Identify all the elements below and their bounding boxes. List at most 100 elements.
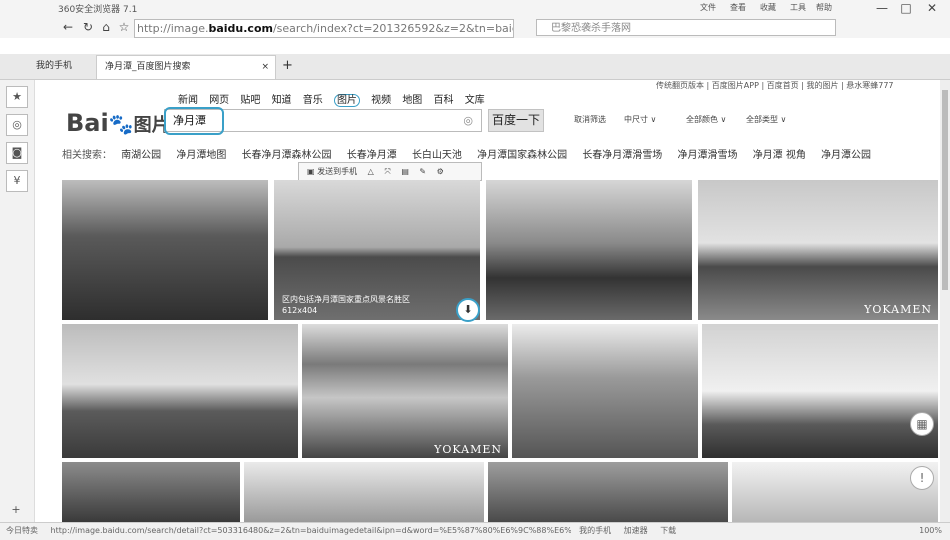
image-caption: 区内包括净月潭国家重点风景名胜区 612x404 [282,294,410,316]
tab-my-phone-label: 我的手机 [36,61,73,71]
feedback-icon[interactable]: ! [910,466,934,490]
title-bar [0,0,950,16]
camera-icon[interactable]: ◎ [463,110,473,131]
status-zoom[interactable]: 100% [919,523,942,539]
add-sidebar-icon[interactable]: + [6,500,26,520]
refresh-icon[interactable]: ↻ [80,19,96,35]
image-tile[interactable] [732,462,938,522]
status-download[interactable]: 下载 [660,526,676,535]
related-item[interactable]: 净月潭公园 [821,150,871,161]
filter-cancel[interactable]: 取消筛选 [574,114,606,125]
filter-size-label: 中尺寸 [624,115,648,124]
image-tile[interactable] [62,180,268,320]
image-float-toolbar: ▣ 发送到手机 △ ⤧ ▤ ✎ ⚙ [298,162,482,181]
search-button[interactable]: 百度一下 [488,109,544,132]
qr-code-icon[interactable]: ▦ [910,412,934,436]
nav-map[interactable]: 地图 [402,95,422,106]
url-rest: /search/index?ct=201326592&z=2&tn=baidui… [272,22,513,35]
status-deals[interactable]: 今日特卖 [6,526,38,535]
nav-links: 新闻 网页 贴吧 知道 音乐 图片 视频 地图 百科 文库 [178,91,493,107]
nav-news[interactable]: 新闻 [178,95,198,106]
download-icon[interactable]: ⬇ [456,298,480,322]
image-tile[interactable] [512,324,698,458]
image-tile[interactable] [488,462,728,522]
image-size: 612x404 [282,306,318,315]
related-item[interactable]: 净月潭滑雪场 [678,150,738,161]
related-item[interactable]: 长白山天池 [412,150,462,161]
filter-type[interactable]: 全部类型 ∨ [746,114,786,125]
scrollbar-thumb[interactable] [942,90,948,290]
image-tile[interactable] [62,324,298,458]
home-icon[interactable]: ⌂ [98,19,114,35]
menu-view[interactable]: 查看 [730,2,746,13]
nav-zhidao[interactable]: 知道 [272,95,292,106]
image-watermark: YOKAMEN [434,443,502,456]
related-item[interactable]: 净月潭地图 [176,150,226,161]
send-to-phone-button[interactable]: ▣ 发送到手机 [307,167,357,176]
logo-text: Bai [66,109,109,137]
image-watermark: YOKAMEN [864,303,932,316]
related-item[interactable]: 长春净月潭滑雪场 [582,150,662,161]
app-title: 360安全浏览器 7.1 [58,5,138,15]
tab-close-icon[interactable]: × [261,56,269,78]
screenshot-icon[interactable]: ◙ [6,142,28,164]
filter-color-label: 全部颜色 [686,115,718,124]
status-accelerator[interactable]: 加速器 [624,526,648,535]
save-icon[interactable]: ▤ [401,167,409,176]
image-tile[interactable] [244,462,484,522]
related-label: 相关搜索： [62,150,112,161]
settings-icon[interactable]: ⚙ [437,167,444,176]
image-tile[interactable]: YOKAMEN [698,180,938,320]
status-url: http://image.baidu.com/search/detail?ct=… [50,526,571,535]
back-icon[interactable]: ← [60,19,76,35]
filter-type-label: 全部类型 [746,115,778,124]
paw-icon: 🐾 [108,112,134,136]
send-to-phone-label: 发送到手机 [317,167,358,176]
address-bar[interactable]: http://image.baidu.com/search/index?ct=2… [134,19,514,38]
tab-active-label: 净月潭_百度图片搜索 [105,62,191,72]
share-icon[interactable]: △ [368,167,374,176]
image-tile[interactable]: YOKAMEN [302,324,508,458]
edit-icon[interactable]: ✎ [419,167,426,176]
browser-search-placeholder: 巴黎恐袭杀手落网 [551,23,631,34]
related-searches: 相关搜索： 南湖公园 净月潭地图 长春净月潭森林公园 长春净月潭 长白山天池 净… [62,146,883,161]
new-tab-icon[interactable]: + [282,55,293,79]
close-icon[interactable]: ✕ [922,0,942,16]
menu-favorites[interactable]: 收藏 [760,2,776,13]
image-caption-text: 区内包括净月潭国家重点风景名胜区 [282,295,410,304]
related-item[interactable]: 南湖公园 [121,150,161,161]
favorite-star-icon[interactable]: ☆ [116,19,132,35]
favorites-icon[interactable]: ★ [6,86,28,108]
nav-tieba[interactable]: 贴吧 [240,95,260,106]
status-phone[interactable]: 我的手机 [579,526,611,535]
url-prefix: http://image. [137,22,209,35]
filter-color[interactable]: 全部颜色 ∨ [686,114,726,125]
weibo-icon[interactable]: ◎ [6,114,28,136]
maximize-icon[interactable]: □ [896,0,916,16]
tab-my-phone[interactable]: 我的手机 [36,55,72,79]
browser-search-input[interactable]: 巴黎恐袭杀手落网 [536,19,836,36]
nav-wenku[interactable]: 文库 [465,95,485,106]
expand-icon[interactable]: ⤧ [384,167,390,176]
menu-help[interactable]: 帮助 [816,2,832,13]
minimize-icon[interactable]: — [872,0,892,16]
image-tile[interactable] [62,462,240,522]
baidu-logo[interactable]: Bai🐾图片 [66,109,170,137]
nav-video[interactable]: 视频 [371,95,391,106]
nav-images[interactable]: 图片 [333,94,360,107]
nav-music[interactable]: 音乐 [303,95,323,106]
menu-file[interactable]: 文件 [700,2,716,13]
tab-active[interactable]: 净月潭_百度图片搜索 × [96,55,276,79]
image-tile[interactable] [486,180,692,320]
discount-icon[interactable]: ¥ [6,170,28,192]
related-item[interactable]: 净月潭国家森林公园 [477,150,567,161]
related-item[interactable]: 净月潭 视角 [753,150,806,161]
top-right-links[interactable]: 传统翻页版本 | 百度图片APP | 百度首页 | 我的图片 | 悬水寒蜂777 [656,80,894,91]
related-item[interactable]: 长春净月潭 [347,150,397,161]
image-tile[interactable] [702,324,938,458]
nav-baike[interactable]: 百科 [434,95,454,106]
menu-tools[interactable]: 工具 [790,2,806,13]
related-item[interactable]: 长春净月潭森林公园 [242,150,332,161]
nav-web[interactable]: 网页 [209,95,229,106]
filter-size[interactable]: 中尺寸 ∨ [624,114,656,125]
